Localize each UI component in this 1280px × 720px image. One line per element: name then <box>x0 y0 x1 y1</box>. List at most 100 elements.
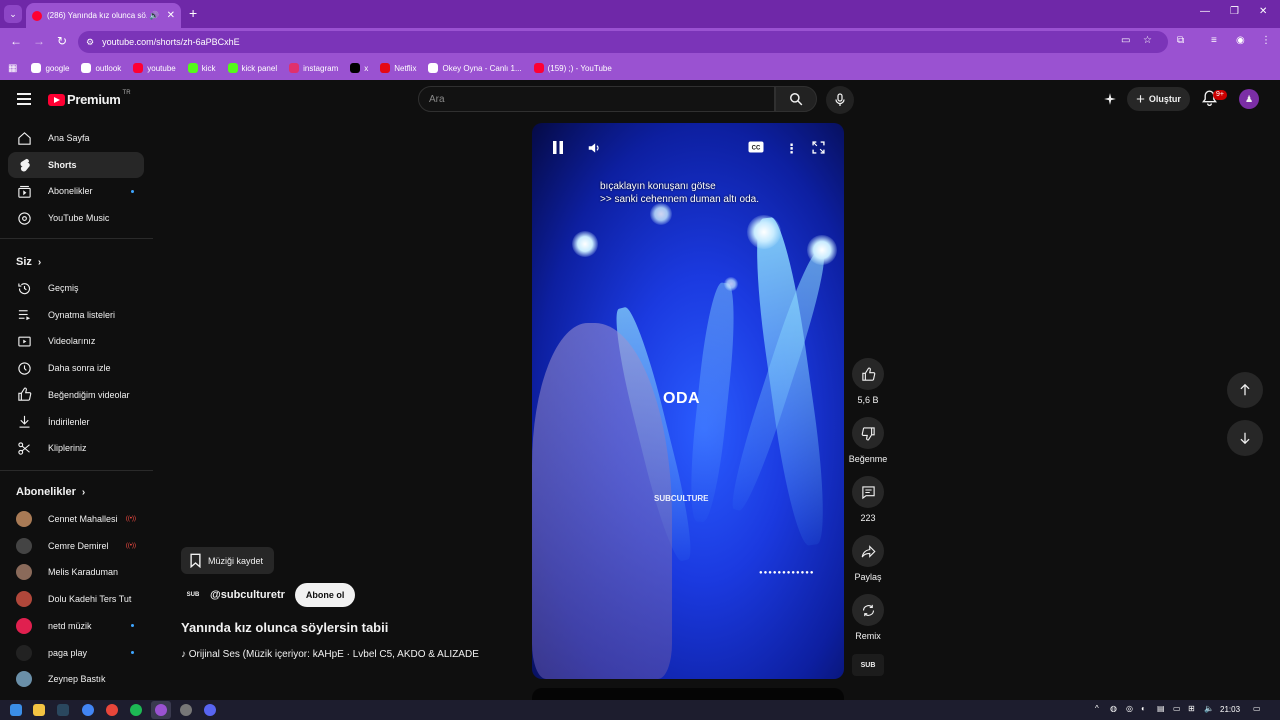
chrome-icon[interactable] <box>82 704 94 716</box>
address-bar[interactable]: ⚙ youtube.com/shorts/zh-6aPBCxhE <box>78 31 1168 53</box>
music-attribution[interactable]: ♪ Orijinal Ses (Müzik içeriyor: kAHpE · … <box>181 649 481 660</box>
sidebar-subscriptions-heading[interactable]: Abonelikler › <box>16 486 85 498</box>
spotify-icon[interactable] <box>130 704 142 716</box>
restore-icon[interactable]: ❐ <box>1230 6 1239 17</box>
forward-icon[interactable]: → <box>33 34 45 48</box>
sidebar-item[interactable]: Daha sonra izle <box>8 355 144 381</box>
sidebar-item[interactable]: YouTube Music <box>8 205 144 231</box>
comments-action[interactable]: 223 <box>848 476 888 523</box>
voice-search-button[interactable] <box>826 86 854 114</box>
speaker-icon[interactable]: 🔊 <box>149 11 159 20</box>
bookmark-item[interactable]: Okey Oyna - Canlı 1... <box>428 63 522 73</box>
cast-icon[interactable]: ▭ <box>1121 35 1130 46</box>
sidebar-item[interactable]: Abonelikler <box>8 178 144 204</box>
profile-icon[interactable]: ◉ <box>1236 35 1245 46</box>
bookmark-item[interactable]: instagram <box>289 63 338 73</box>
browser-tab-active[interactable]: (286) Yanında kız olunca sö... 🔊 ✕ <box>26 3 181 28</box>
site-info-icon[interactable]: ⚙ <box>86 37 94 48</box>
tray-steam-icon[interactable]: ◐ <box>1141 704 1146 713</box>
create-button[interactable]: + Oluştur <box>1127 87 1190 111</box>
subscription-channel-item[interactable]: Zeynep Bastık <box>8 666 144 692</box>
tray-app-icon[interactable]: ▤ <box>1157 704 1165 713</box>
subscription-channel-item[interactable]: paga play <box>8 640 144 666</box>
youtube-premium-logo[interactable]: Premium TR <box>48 90 131 107</box>
guide-menu-icon[interactable] <box>17 93 31 105</box>
more-options-icon[interactable]: ⋮ <box>785 141 798 157</box>
sidebar-you-heading[interactable]: Siz › <box>16 256 41 268</box>
share-action[interactable]: Paylaş <box>848 535 888 582</box>
tray-app-icon[interactable]: ◍ <box>1110 704 1117 713</box>
next-short-peek[interactable] <box>532 688 844 700</box>
share-button[interactable] <box>852 535 884 567</box>
bookmark-item[interactable]: (159) ;) - YouTube <box>533 63 612 73</box>
subscription-channel-item[interactable]: Cennet Mahallesi ((•)) <box>8 506 144 532</box>
search-button[interactable] <box>775 86 817 112</box>
bookmark-item[interactable]: kick panel <box>227 63 277 73</box>
discord-icon[interactable] <box>204 704 216 716</box>
bookmark-item[interactable]: x <box>350 63 368 73</box>
comments-button[interactable] <box>852 476 884 508</box>
back-icon[interactable]: ← <box>10 34 22 48</box>
captions-icon[interactable]: CC <box>748 141 764 156</box>
chrome-profile-icon[interactable] <box>155 704 167 716</box>
extensions-icon[interactable]: ⧉ <box>1177 35 1184 46</box>
account-avatar[interactable]: ♟ <box>1239 89 1259 109</box>
sidebar-item[interactable]: Videolarınız <box>8 328 144 354</box>
like-action[interactable]: 5,6 B <box>848 358 888 405</box>
previous-short-button[interactable] <box>1227 372 1263 408</box>
tab-close-icon[interactable]: ✕ <box>167 10 175 21</box>
subscribe-button[interactable]: Abone ol <box>294 583 356 607</box>
search-input[interactable]: Ara <box>418 86 775 112</box>
fullscreen-icon[interactable] <box>812 141 825 157</box>
sidebar-item[interactable]: Oynatma listeleri <box>8 302 144 328</box>
sidebar-item[interactable]: Shorts <box>8 151 144 178</box>
sidebar-item[interactable]: Geçmiş <box>8 275 144 301</box>
sidebar-item[interactable]: Ana Sayfa <box>8 125 144 151</box>
subscription-channel-item[interactable]: Cemre Demirel ((•)) <box>8 533 144 559</box>
subscription-channel-item[interactable]: Melis Karaduman <box>8 559 144 585</box>
minimize-icon[interactable]: — <box>1200 6 1210 17</box>
dislike-action[interactable]: Beğenme <box>848 417 888 464</box>
browser-menu-icon[interactable]: ⋮ <box>1261 35 1271 46</box>
tray-app-icon[interactable]: ◎ <box>1126 704 1133 713</box>
subscription-channel-item[interactable]: Dolu Kadehi Ters Tut <box>8 586 144 612</box>
sidebar-item[interactable]: İndirilenler <box>8 409 144 435</box>
channel-thumbnail-button[interactable]: SUB <box>852 654 884 676</box>
dislike-button[interactable] <box>852 417 884 449</box>
opera-icon[interactable] <box>106 704 118 716</box>
channel-handle[interactable]: @subculturetr <box>210 589 285 601</box>
bookmark-item[interactable]: google <box>31 63 69 73</box>
steam-icon[interactable] <box>57 704 69 716</box>
tray-chevron-icon[interactable]: ^ <box>1095 704 1099 713</box>
bookmark-star-icon[interactable]: ☆ <box>1143 35 1152 46</box>
notification-center-icon[interactable]: ▭ <box>1253 704 1261 713</box>
sidebar-item[interactable]: Beğendiğim videolar <box>8 382 144 408</box>
next-short-button[interactable] <box>1227 420 1263 456</box>
window-close-icon[interactable]: ✕ <box>1259 6 1267 17</box>
bookmark-item[interactable]: Netflix <box>380 63 416 73</box>
save-music-button[interactable]: Müziği kaydet <box>181 547 274 574</box>
media-control-icon[interactable]: ≡ <box>1211 35 1217 46</box>
tray-app-icon[interactable]: ⊞ <box>1188 704 1195 713</box>
speaker-tray-icon[interactable]: 🔈 <box>1204 704 1214 713</box>
ai-sparkle-icon[interactable] <box>1103 92 1117 111</box>
sidebar-item[interactable]: Klipleriniz <box>8 435 144 461</box>
network-icon[interactable]: ▭ <box>1173 704 1181 713</box>
short-title[interactable]: Yanında kız olunca söylersin tabii <box>181 620 388 635</box>
subscription-channel-item[interactable]: netd müzik <box>8 613 144 639</box>
channel-logo[interactable]: SUB <box>183 588 203 602</box>
like-button[interactable] <box>852 358 884 390</box>
bookmark-item[interactable]: youtube <box>133 63 176 73</box>
apps-grid-icon[interactable]: ▦ <box>8 63 17 74</box>
volume-icon[interactable] <box>587 141 601 158</box>
bookmark-item[interactable]: kick <box>187 63 216 73</box>
new-tab-icon[interactable]: + <box>189 5 197 21</box>
remix-button[interactable] <box>852 594 884 626</box>
remix-action[interactable]: Remix <box>848 594 888 641</box>
app-icon[interactable] <box>180 704 192 716</box>
reload-icon[interactable]: ↻ <box>57 34 67 48</box>
start-icon[interactable] <box>10 704 22 716</box>
bookmark-item[interactable]: outlook <box>81 63 121 73</box>
shorts-video-player[interactable]: CC ⋮ bıçaklayın konuşanı götse >> sanki … <box>532 123 844 679</box>
file-explorer-icon[interactable] <box>33 704 45 716</box>
